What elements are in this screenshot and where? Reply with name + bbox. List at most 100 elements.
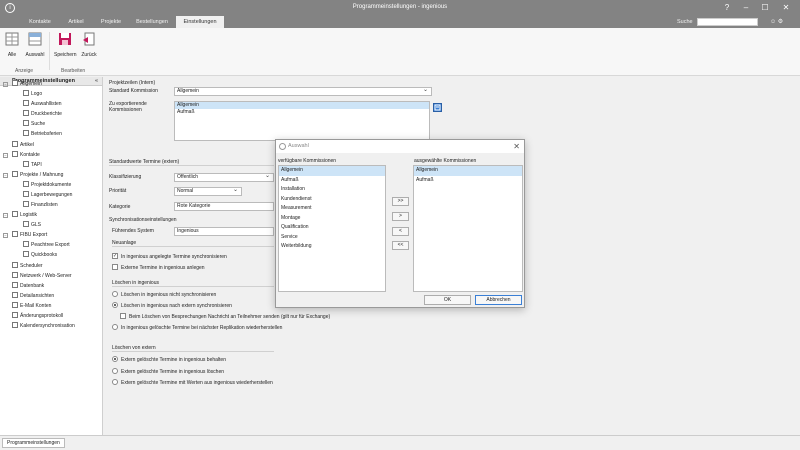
list-item[interactable]: Aufmaß: [175, 109, 429, 116]
add-button[interactable]: >: [392, 212, 409, 221]
sidebar-item[interactable]: − Allgemein: [3, 80, 42, 89]
sidebar-item[interactable]: Kalendersynchronisation: [12, 321, 75, 331]
fuehrendes-system-field[interactable]: Ingenious: [174, 227, 274, 236]
divider: [112, 286, 274, 287]
kategorie-field[interactable]: Rote Kategorie: [174, 202, 274, 211]
list-item[interactable]: Kundendienst: [279, 195, 385, 205]
cancel-button[interactable]: Abbrechen: [475, 295, 522, 305]
user-settings-icon[interactable]: ☺ ⚙: [770, 18, 783, 25]
sidebar-item-label: Projekte / Mahnung: [20, 171, 64, 178]
sidebar-item[interactable]: Suche: [23, 120, 45, 129]
standard-kommission-dropdown[interactable]: Allgemein: [174, 87, 432, 96]
sidebar-item[interactable]: E-Mail Konten: [12, 301, 51, 311]
grid-icon: [5, 32, 19, 46]
sidebar-item[interactable]: Lagerbewegungen: [23, 190, 72, 200]
sidebar-item[interactable]: Scheduler: [12, 261, 43, 271]
selected-list[interactable]: Allgemein Aufmaß: [413, 165, 523, 292]
sidebar-item[interactable]: Finanzlisten: [23, 200, 58, 210]
extern-behalten-radio[interactable]: [112, 356, 118, 362]
list-item[interactable]: Service: [279, 233, 385, 243]
klassifizierung-dropdown[interactable]: Öffentlich: [174, 173, 274, 182]
settings-sidebar: Programmeinstellungen « − Allgemein Logo Au…: [0, 77, 103, 435]
settings-page-icon: [23, 110, 29, 116]
sidebar-item[interactable]: − Logistik: [3, 211, 37, 220]
remove-button[interactable]: <: [392, 227, 409, 236]
sidebar-item-label: Kalendersynchronisation: [20, 322, 75, 329]
tab-artikel[interactable]: Artikel: [59, 16, 93, 28]
list-item[interactable]: Montage: [279, 214, 385, 224]
tab-einstellungen[interactable]: Einstellungen: [176, 16, 224, 28]
ok-button[interactable]: OK: [424, 295, 471, 305]
list-item[interactable]: Aufmaß: [414, 176, 522, 186]
zurueck-button[interactable]: Zurück: [78, 31, 100, 58]
dialog-close-button[interactable]: ✕: [513, 140, 520, 153]
list-item[interactable]: Allgemein: [279, 166, 385, 176]
list-item[interactable]: Installation: [279, 185, 385, 195]
add-all-button[interactable]: >>: [392, 197, 409, 206]
window-title: Programmeinstellungen - ingenious: [352, 4, 448, 10]
loeschen-nach-extern-radio[interactable]: [112, 302, 118, 308]
sidebar-item[interactable]: − FIBU Export: [3, 231, 47, 240]
maximize-button[interactable]: ☐: [758, 2, 772, 14]
remove-all-button[interactable]: <<: [392, 241, 409, 250]
sidebar-item[interactable]: Änderungsprotokoll: [12, 311, 63, 321]
sidebar-item[interactable]: Netzwerk / Web-Server: [12, 271, 72, 281]
alle-button[interactable]: Alle: [1, 31, 23, 58]
sidebar-item[interactable]: Peachtree Export: [23, 241, 70, 250]
auswahl-button[interactable]: Auswahl: [24, 31, 46, 58]
nachricht-teilnehmer-checkbox[interactable]: [120, 313, 126, 319]
sidebar-item[interactable]: Projektdokumente: [23, 180, 71, 190]
sidebar-item[interactable]: Druckberichte: [23, 110, 62, 119]
wiederherstellen-radio[interactable]: [112, 324, 118, 330]
export-kommissionen-list[interactable]: Allgemein Aufmaß: [174, 101, 430, 141]
sync-ingenious-termine-checkbox[interactable]: ✓: [112, 253, 118, 259]
sidebar-item[interactable]: Datenbank: [12, 281, 44, 291]
extern-loeschen-radio[interactable]: [112, 368, 118, 374]
search-input[interactable]: [697, 18, 758, 26]
expand-toggle-icon[interactable]: −: [3, 152, 8, 158]
sidebar-item[interactable]: Quickbooks: [23, 251, 57, 260]
sidebar-item[interactable]: Artikel: [12, 140, 34, 150]
sidebar-item[interactable]: GLS: [23, 221, 41, 230]
sidebar-item[interactable]: − Kontakte: [3, 150, 40, 160]
expand-toggle-icon[interactable]: −: [3, 213, 8, 218]
help-button[interactable]: ?: [720, 2, 734, 14]
externe-termine-anlegen-checkbox[interactable]: [112, 264, 118, 270]
available-list[interactable]: Allgemein Aufmaß Installation Kundendienst M…: [278, 165, 386, 292]
list-item[interactable]: Aufmaß: [279, 176, 385, 186]
list-item[interactable]: Measurement: [279, 204, 385, 214]
sidebar-item[interactable]: Auswahllisten: [23, 100, 62, 109]
settings-page-icon: [23, 200, 29, 207]
sidebar-item[interactable]: Logo: [23, 90, 42, 99]
collapse-sidebar-button[interactable]: «: [95, 77, 98, 86]
sidebar-item-label: Peachtree Export: [31, 242, 70, 248]
auswahl-dialog: Auswahl ✕ verfügbare Kommissionen ausgew…: [275, 139, 525, 308]
projektzeilen-header: Projektzeilen (Intern): [109, 80, 156, 86]
list-item[interactable]: Qualification: [279, 223, 385, 233]
edit-selection-button[interactable]: [433, 103, 442, 112]
list-item[interactable]: Allgemein: [175, 102, 429, 109]
sidebar-item[interactable]: Detailansichten: [12, 291, 55, 301]
status-tab-programmeinstellungen[interactable]: Programmeinstellungen: [2, 438, 65, 448]
expand-toggle-icon[interactable]: −: [3, 172, 8, 178]
loeschen-nicht-sync-radio[interactable]: [112, 291, 118, 297]
close-window-button[interactable]: ✕: [779, 2, 793, 14]
minimize-button[interactable]: –: [739, 2, 753, 14]
sidebar-item[interactable]: − Projekte / Mahnung: [3, 170, 64, 180]
ribbon: Alle Auswahl Speichern Zurück Anzeige Be…: [0, 28, 800, 76]
prioritaet-dropdown[interactable]: Normal: [174, 187, 242, 196]
dialog-title: Auswahl: [288, 143, 309, 149]
expand-toggle-icon[interactable]: −: [3, 82, 8, 87]
tab-bestellungen[interactable]: Bestellungen: [129, 16, 175, 28]
tab-kontakte[interactable]: Kontakte: [22, 16, 58, 28]
list-item[interactable]: Allgemein: [414, 166, 522, 176]
sidebar-item-label: Detailansichten: [20, 292, 55, 299]
expand-toggle-icon[interactable]: −: [3, 233, 8, 238]
extern-wiederherstellen-radio[interactable]: [112, 379, 118, 385]
sidebar-item[interactable]: Betriebsferien: [23, 130, 62, 139]
speichern-button[interactable]: Speichern: [54, 31, 77, 58]
tab-projekte[interactable]: Projekte: [94, 16, 128, 28]
settings-page-icon: [12, 321, 18, 328]
list-item[interactable]: Weiterbildung: [279, 242, 385, 252]
sidebar-item[interactable]: TAPI: [23, 160, 42, 170]
